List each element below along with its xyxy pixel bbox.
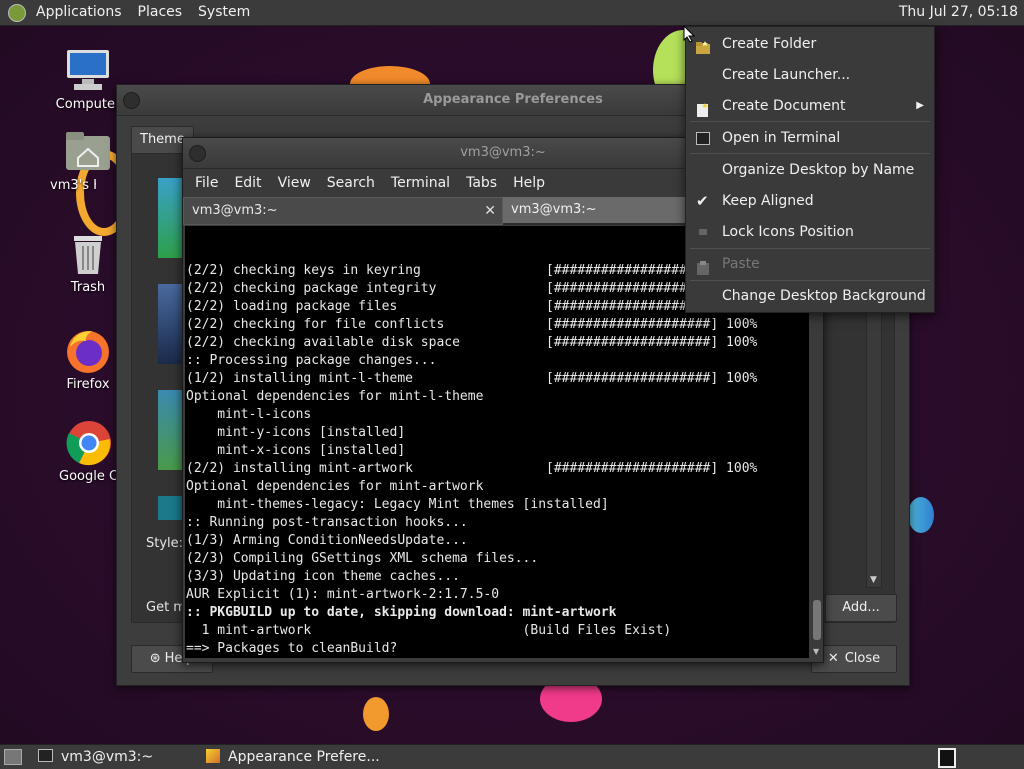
computer-icon xyxy=(64,47,112,95)
close-icon[interactable]: ✕ xyxy=(484,198,496,224)
menu-separator xyxy=(690,248,930,249)
theme-preview xyxy=(158,496,184,520)
menu-file[interactable]: File xyxy=(187,175,226,191)
terminal-line: :: PKGBUILD up to date, skipping downloa… xyxy=(186,605,617,620)
show-desktop-icon[interactable] xyxy=(4,749,22,765)
folder-icon xyxy=(696,37,710,54)
mint-logo-icon[interactable] xyxy=(8,3,26,22)
terminal-line: (1/2) installing mint-l-theme [#########… xyxy=(186,371,758,386)
checkbox-icon xyxy=(699,229,707,235)
bottom-panel: vm3@vm3:~ Appearance Prefere... xyxy=(0,744,1024,769)
terminal-lines: (2/2) checking keys in keyring [########… xyxy=(185,262,809,658)
terminal-line: (2/2) checking for file conflicts [#####… xyxy=(186,317,758,332)
terminal-line: mint-y-icons [installed] xyxy=(186,425,406,440)
check-icon: ✔ xyxy=(696,192,709,210)
menu-item-lock-icons[interactable]: Lock Icons Position xyxy=(686,218,934,246)
menu-item-keep-aligned[interactable]: ✔ Keep Aligned xyxy=(686,187,934,215)
places-menu[interactable]: Places xyxy=(130,0,191,25)
menu-item-create-document[interactable]: Create Document ▶ xyxy=(686,92,934,120)
document-icon xyxy=(696,99,710,117)
top-panel: Applications Places System Thu Jul 27, 0… xyxy=(0,0,1024,26)
terminal-line: 1 mint-artwork (Build Files Exist) xyxy=(186,623,672,638)
get-more-label: Get m xyxy=(146,600,186,615)
menu-separator xyxy=(690,121,930,122)
desktop-icon-label: vm3's Home xyxy=(50,178,96,193)
terminal-line: mint-l-icons xyxy=(186,407,312,422)
menu-edit[interactable]: Edit xyxy=(226,175,269,191)
terminal-line: Optional dependencies for mint-l-theme xyxy=(186,389,484,404)
applications-menu[interactable]: Applications xyxy=(28,0,130,25)
terminal-line: mint-x-icons [installed] xyxy=(186,443,406,458)
terminal-line: :: Running post-transaction hooks... xyxy=(186,515,468,530)
close-icon: ✕ xyxy=(827,651,839,666)
bg-blob xyxy=(908,497,934,533)
style-label: Style: xyxy=(146,536,184,551)
list-scrollbar[interactable]: ▼ xyxy=(866,304,882,588)
terminal-line: ==> Packages to cleanBuild? xyxy=(186,641,398,656)
menu-view[interactable]: View xyxy=(270,175,319,191)
scrollbar-thumb[interactable] xyxy=(813,600,821,640)
add-button[interactable]: Add... xyxy=(825,594,897,622)
desktop-icon-chrome[interactable]: Google Chrome xyxy=(59,419,119,484)
submenu-arrow-icon: ▶ xyxy=(916,100,924,111)
chevron-down-icon[interactable]: ▼ xyxy=(813,647,819,656)
trash-icon xyxy=(64,230,112,278)
terminal-icon xyxy=(696,132,710,145)
menu-item-open-in-terminal[interactable]: Open in Terminal xyxy=(686,124,934,152)
terminal-icon xyxy=(38,749,53,762)
terminal-line: (1/3) Arming ConditionNeedsUpdate... xyxy=(186,533,468,548)
terminal-line: AUR Explicit (1): mint-artwork-2:1.7.5-0 xyxy=(186,587,500,602)
terminal-line: mint-themes-legacy: Legacy Mint themes [… xyxy=(186,497,609,512)
menu-item-organize-by-name[interactable]: Organize Desktop by Name xyxy=(686,156,934,184)
desktop-icon-label: Google Chrome xyxy=(59,469,119,484)
workspace-switcher[interactable] xyxy=(938,748,956,768)
theme-preview xyxy=(158,390,184,470)
system-menu[interactable]: System xyxy=(190,0,258,25)
clock[interactable]: Thu Jul 27, 05:18 xyxy=(899,0,1018,25)
menu-tabs[interactable]: Tabs xyxy=(458,175,505,191)
desktop-context-menu: Create Folder Create Launcher... Create … xyxy=(685,26,935,313)
help-icon: ⊛ xyxy=(149,651,161,666)
appearance-icon xyxy=(206,749,220,763)
menu-item-change-background[interactable]: Change Desktop Background xyxy=(686,282,934,310)
terminal-tab[interactable]: vm3@vm3:~ ✕ xyxy=(183,197,503,225)
chevron-down-icon[interactable]: ▼ xyxy=(870,575,877,585)
terminal-line: :: Processing package changes... xyxy=(186,353,437,368)
terminal-line: (2/2) checking available disk space [###… xyxy=(186,335,758,350)
terminal-line: (2/2) installing mint-artwork [#########… xyxy=(186,461,758,476)
mouse-pointer-icon xyxy=(683,25,695,43)
terminal-line: (3/3) Updating icon theme caches... xyxy=(186,569,460,584)
menu-terminal[interactable]: Terminal xyxy=(383,175,458,191)
menu-item-create-folder[interactable]: Create Folder xyxy=(686,30,934,58)
menu-separator xyxy=(690,280,930,281)
bg-blob xyxy=(363,697,389,731)
terminal-line: (2/3) Compiling GSettings XML schema fil… xyxy=(186,551,539,566)
firefox-icon xyxy=(64,327,112,375)
taskbar-item-appearance[interactable]: Appearance Prefere... xyxy=(206,745,406,769)
taskbar-item-terminal[interactable]: vm3@vm3:~ xyxy=(38,745,198,769)
menu-item-create-launcher[interactable]: Create Launcher... xyxy=(686,61,934,89)
terminal-line: Optional dependencies for mint-artwork xyxy=(186,479,484,494)
menu-help[interactable]: Help xyxy=(505,175,553,191)
menu-separator xyxy=(690,153,930,154)
menu-search[interactable]: Search xyxy=(319,175,383,191)
theme-preview xyxy=(158,284,184,364)
theme-preview xyxy=(158,178,184,258)
menu-item-paste: Paste xyxy=(686,250,934,278)
clipboard-icon xyxy=(696,257,710,275)
chrome-icon xyxy=(65,419,113,467)
home-folder-icon xyxy=(64,128,112,176)
